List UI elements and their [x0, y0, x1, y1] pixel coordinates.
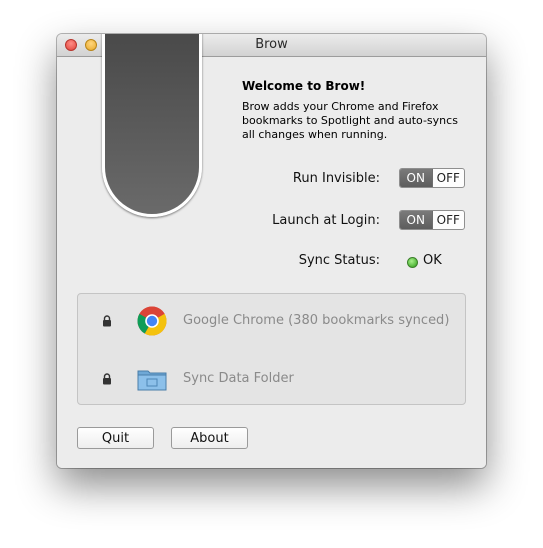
welcome-description: Brow adds your Chrome and Firefox bookma…: [242, 100, 458, 141]
brow-logo: [102, 34, 202, 217]
source-label-chrome: Google Chrome (380 bookmarks synced): [183, 313, 450, 328]
run-invisible-on[interactable]: ON: [400, 169, 433, 187]
welcome-title: Welcome to Brow!: [242, 79, 366, 93]
sync-status-label: Sync Status:: [298, 253, 380, 268]
run-invisible-toggle[interactable]: ON OFF: [399, 168, 465, 188]
launch-at-login-on[interactable]: ON: [400, 211, 433, 229]
run-invisible-off[interactable]: OFF: [433, 169, 465, 187]
sync-status-value: OK: [423, 253, 442, 268]
launch-at-login-label: Launch at Login:: [272, 213, 380, 228]
status-indicator-icon: [407, 257, 418, 268]
source-item-chrome[interactable]: Google Chrome (380 bookmarks synced): [78, 301, 465, 341]
main-content: Welcome to Brow! Brow adds your Chrome a…: [57, 34, 486, 468]
source-label-sync-folder: Sync Data Folder: [183, 371, 294, 386]
chrome-icon: [137, 306, 167, 336]
app-window: Brow Welcome to Brow! Brow adds your Chr…: [57, 34, 486, 468]
run-invisible-label: Run Invisible:: [292, 171, 380, 186]
sync-sources-panel: Google Chrome (380 bookmarks synced) Syn…: [77, 293, 466, 405]
folder-icon: [137, 370, 167, 391]
lock-icon[interactable]: [102, 315, 112, 327]
about-button[interactable]: About: [171, 427, 248, 449]
launch-at-login-off[interactable]: OFF: [433, 211, 465, 229]
quit-button[interactable]: Quit: [77, 427, 154, 449]
lock-icon[interactable]: [102, 373, 112, 385]
source-item-sync-folder[interactable]: Sync Data Folder: [78, 359, 465, 399]
launch-at-login-toggle[interactable]: ON OFF: [399, 210, 465, 230]
